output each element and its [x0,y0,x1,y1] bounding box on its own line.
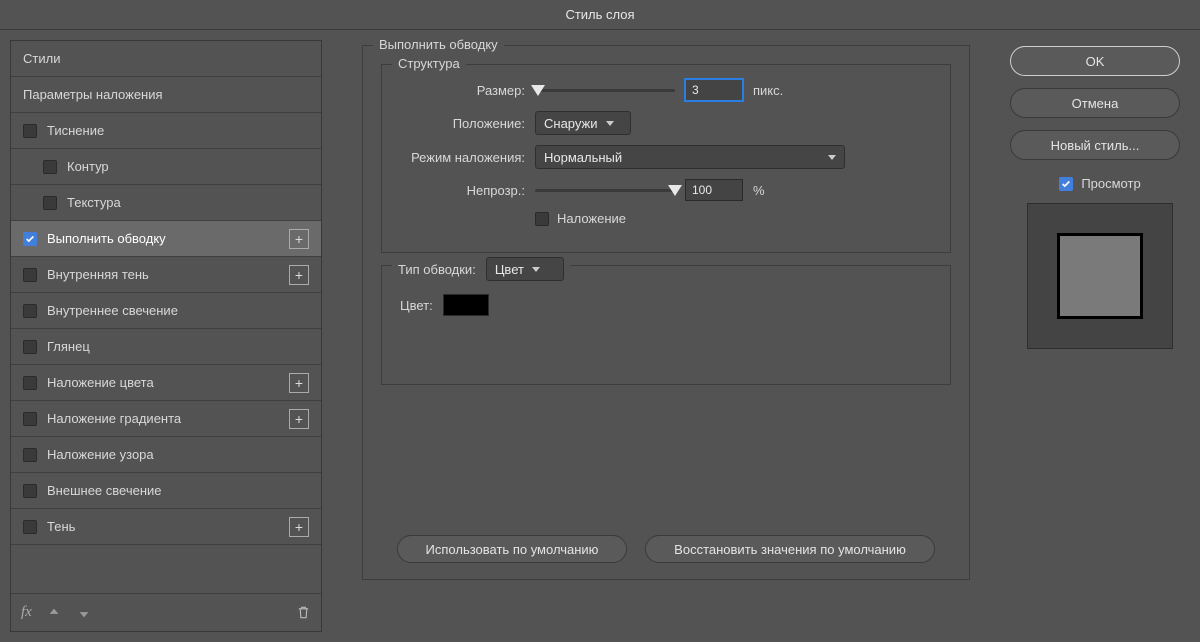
position-label: Положение: [400,116,525,131]
effect-label: Тень [47,519,289,534]
cancel-button[interactable]: Отмена [1010,88,1180,118]
fx-menu-icon[interactable]: fx [21,604,32,621]
make-default-button[interactable]: Использовать по умолчанию [397,535,627,563]
filltype-select[interactable]: Цвет [486,257,564,281]
sidebar-item-grad[interactable]: Наложение градиента+ [11,401,321,437]
effects-list: Стили Параметры наложения Тиснение Контур… [11,41,321,593]
effect-label: Наложение цвета [47,375,289,390]
sidebar-item-dshadow[interactable]: Тень+ [11,509,321,545]
effect-checkbox-stroke[interactable] [23,232,37,246]
size-slider[interactable] [535,82,675,98]
opacity-label: Непрозр.: [400,183,525,198]
sidebar-item-ishadow[interactable]: Внутренняя тень+ [11,257,321,293]
sidebar-item-contour[interactable]: Контур [11,149,321,185]
dialog-buttons: OK Отмена Новый стиль... Просмотр [1010,40,1190,632]
effect-label: Внешнее свечение [47,483,309,498]
effect-label: Внутренняя тень [47,267,289,282]
add-instance-icon[interactable]: + [289,229,309,249]
color-swatch[interactable] [443,294,489,316]
effect-checkbox-pattern[interactable] [23,448,37,462]
sidebar-item-satin[interactable]: Глянец [11,329,321,365]
dialog-title: Стиль слоя [565,7,634,22]
add-instance-icon[interactable]: + [289,265,309,285]
effect-checkbox-dshadow[interactable] [23,520,37,534]
effect-label: Глянец [47,339,309,354]
position-select[interactable]: Снаружи [535,111,631,135]
effect-label: Контур [67,159,309,174]
effect-checkbox-iglow[interactable] [23,304,37,318]
add-instance-icon[interactable]: + [289,517,309,537]
color-label: Цвет: [400,298,433,313]
preview-thumbnail-inner [1057,233,1143,319]
sidebar-item-stroke[interactable]: Выполнить обводку+ [11,221,321,257]
effect-checkbox-ishadow[interactable] [23,268,37,282]
size-unit: пикс. [753,83,783,98]
size-input[interactable] [685,79,743,101]
effect-label: Наложение градиента [47,411,289,426]
new-style-button[interactable]: Новый стиль... [1010,130,1180,160]
ok-button[interactable]: OK [1010,46,1180,76]
effects-sidebar: Стили Параметры наложения Тиснение Контур… [10,40,322,632]
effect-label: Наложение узора [47,447,309,462]
effect-checkbox-contour[interactable] [43,160,57,174]
preview-thumbnail [1027,203,1173,349]
dialog-titlebar: Стиль слоя [0,0,1200,30]
reset-default-button[interactable]: Восстановить значения по умолчанию [645,535,935,563]
effect-label: Выполнить обводку [47,231,289,246]
structure-group: Структура Размер: пикс. Положение: Снару… [381,64,951,253]
chevron-down-icon [606,121,614,126]
effect-label: Тиснение [47,123,309,138]
sidebar-item-bevel[interactable]: Тиснение [11,113,321,149]
move-down-icon[interactable] [76,605,92,621]
blendmode-select[interactable]: Нормальный [535,145,845,169]
opacity-unit: % [753,183,765,198]
effect-label: Текстура [67,195,309,210]
opacity-slider[interactable] [535,182,675,198]
size-label: Размер: [400,83,525,98]
preview-checkbox[interactable]: Просмотр [1010,176,1190,191]
effect-checkbox-texture[interactable] [43,196,57,210]
overprint-checkbox[interactable]: Наложение [535,211,626,226]
move-up-icon[interactable] [46,605,62,621]
sidebar-item-pattern[interactable]: Наложение узора [11,437,321,473]
effect-checkbox-satin[interactable] [23,340,37,354]
effect-checkbox-oglow[interactable] [23,484,37,498]
group-legend-structure: Структура [392,56,466,71]
settings-panel: Выполнить обводку Структура Размер: пикс… [362,40,970,632]
filltype-group: Тип обводки: Цвет Цвет: [381,265,951,385]
sidebar-item-color[interactable]: Наложение цвета+ [11,365,321,401]
sidebar-item-styles[interactable]: Стили [11,41,321,77]
effect-checkbox-bevel[interactable] [23,124,37,138]
sidebar-item-iglow[interactable]: Внутреннее свечение [11,293,321,329]
effect-checkbox-color[interactable] [23,376,37,390]
effect-checkbox-grad[interactable] [23,412,37,426]
sidebar-footer: fx [11,593,321,631]
chevron-down-icon [532,267,540,272]
effect-label: Внутреннее свечение [47,303,309,318]
add-instance-icon[interactable]: + [289,373,309,393]
sidebar-item-texture[interactable]: Текстура [11,185,321,221]
filltype-label: Тип обводки: [398,262,476,277]
blendmode-label: Режим наложения: [400,150,525,165]
sidebar-item-oglow[interactable]: Внешнее свечение [11,473,321,509]
chevron-down-icon [828,155,836,160]
trash-icon[interactable] [295,605,311,621]
opacity-input[interactable] [685,179,743,201]
group-legend-stroke: Выполнить обводку [373,37,504,52]
stroke-group: Выполнить обводку Структура Размер: пикс… [362,45,970,580]
add-instance-icon[interactable]: + [289,409,309,429]
sidebar-item-blending[interactable]: Параметры наложения [11,77,321,113]
